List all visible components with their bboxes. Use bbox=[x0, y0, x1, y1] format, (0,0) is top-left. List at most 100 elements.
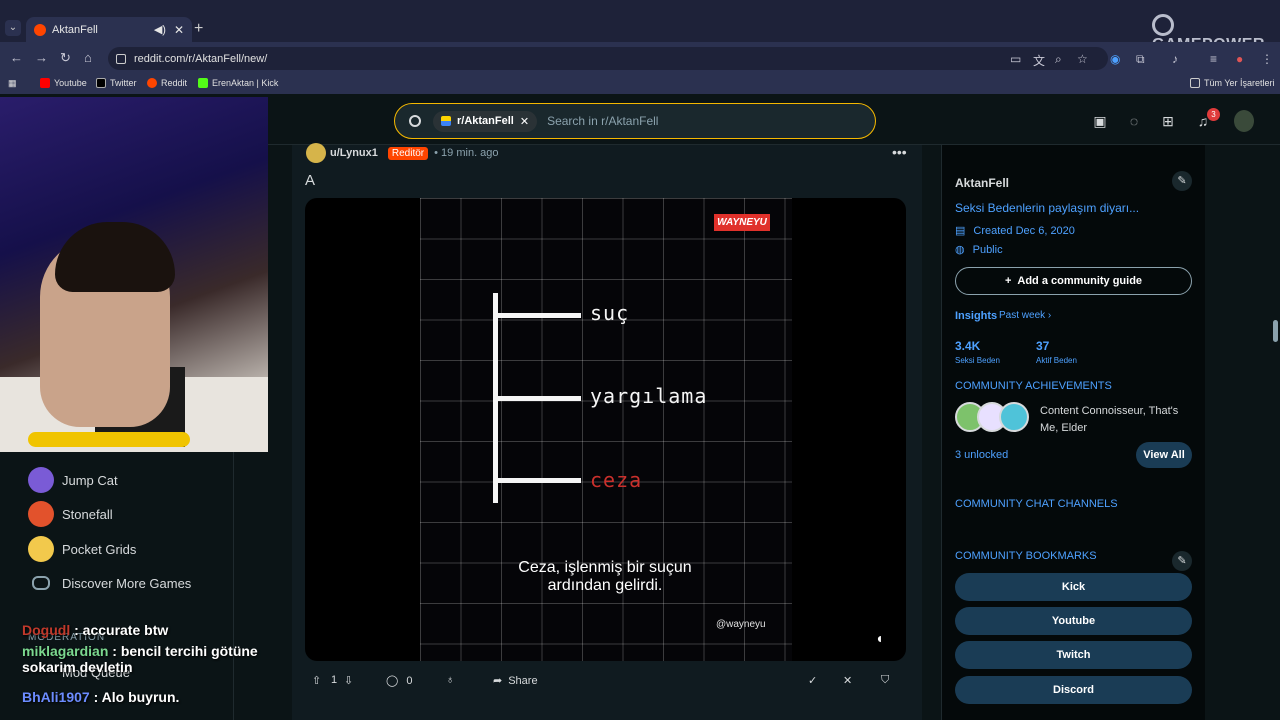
forward-icon[interactable]: → bbox=[35, 50, 48, 65]
user-avatar[interactable] bbox=[1234, 110, 1254, 132]
video-handle: @wayneyu bbox=[716, 619, 766, 630]
tab-search-button[interactable]: ⌄ bbox=[5, 20, 21, 36]
post-author[interactable]: u/Lynux1 bbox=[330, 147, 378, 159]
webcam-overlay bbox=[0, 97, 268, 452]
reddit-icon bbox=[147, 78, 157, 88]
reload-icon[interactable]: ↻ bbox=[60, 50, 71, 66]
home-icon[interactable]: ⌂ bbox=[84, 50, 92, 65]
achievements-text: Content Connoisseur, That's Me, Elder bbox=[1040, 405, 1179, 434]
approve-icon[interactable]: ✓ bbox=[808, 674, 817, 687]
remove-icon[interactable]: ✕ bbox=[843, 674, 852, 687]
user-avatar-icon[interactable] bbox=[306, 143, 326, 163]
view-all-button[interactable]: View All bbox=[1136, 442, 1192, 468]
notification-badge: 3 bbox=[1207, 108, 1220, 121]
create-post-icon[interactable]: ⊞ bbox=[1160, 113, 1176, 129]
stream-chat-overlay: Dogudl : accurate btw miklagardian : ben… bbox=[0, 618, 270, 710]
bookmark-youtube[interactable]: Youtube bbox=[40, 78, 87, 88]
subreddit-chip[interactable]: r/AktanFell ✕ bbox=[433, 110, 538, 132]
menu-icon[interactable]: ⋮ bbox=[1261, 52, 1273, 66]
community-name: AktanFell bbox=[955, 176, 1010, 190]
search-bar[interactable]: r/AktanFell ✕ Search in r/AktanFell bbox=[394, 103, 876, 139]
page-scrollbar[interactable] bbox=[1271, 145, 1280, 720]
insights-label: Insights bbox=[955, 310, 998, 322]
browser-tab[interactable]: AktanFell ◀) ✕ bbox=[26, 17, 192, 42]
zoom-icon[interactable]: ⌕ bbox=[1055, 52, 1062, 67]
chat-icon[interactable]: ◌ bbox=[1126, 113, 1142, 129]
profile-icon[interactable]: ● bbox=[1236, 52, 1243, 66]
members-count: 3.4K bbox=[955, 339, 981, 353]
insights-period-dropdown[interactable]: Past week › bbox=[999, 310, 1051, 321]
search-icon bbox=[409, 115, 421, 127]
extension-ai-icon[interactable]: ◉ bbox=[1110, 52, 1120, 66]
close-tab-icon[interactable]: ✕ bbox=[174, 23, 184, 37]
game-stonefall[interactable]: Stonefall bbox=[28, 500, 113, 528]
translate-icon[interactable]: 文 bbox=[1033, 52, 1045, 69]
bookmarks-bar: ▦ Youtube Twitter Reddit ErenAktan | Kic… bbox=[0, 74, 1280, 94]
x-icon bbox=[96, 78, 106, 88]
advertise-icon[interactable]: ▣ bbox=[1092, 113, 1108, 129]
scrollbar-thumb[interactable] bbox=[1273, 320, 1278, 342]
add-community-guide-button[interactable]: + Add a community guide bbox=[955, 267, 1192, 295]
video-subtitle: Ceza, işlenmiş bir suçun ardından gelird… bbox=[518, 559, 692, 594]
bookmark-twitter[interactable]: Twitter bbox=[96, 78, 137, 88]
remove-chip-icon[interactable]: ✕ bbox=[520, 115, 529, 128]
user-flair: Reditör bbox=[387, 146, 429, 160]
back-icon[interactable]: ← bbox=[10, 50, 23, 65]
tab-list-icon[interactable]: ≡ bbox=[1210, 52, 1217, 66]
members-label: Seksi Beden bbox=[955, 356, 1000, 365]
active-count: 37 bbox=[1036, 339, 1050, 353]
audio-icon[interactable]: ◀) bbox=[154, 23, 166, 36]
apps-icon[interactable]: ▦ bbox=[8, 78, 17, 89]
browser-tab-strip: ⌄ AktanFell ◀) ✕ + GAMEPOWER bbox=[0, 0, 1280, 53]
bookmark-discord[interactable]: Discord bbox=[955, 676, 1192, 704]
install-icon[interactable]: ▭ bbox=[1010, 52, 1021, 66]
post-actions: ⇧ 1 ⇩ ◯ 0 ♁ ➦ Share ✓ ✕ ⛉ bbox=[300, 668, 910, 696]
globe-icon: ◍ bbox=[955, 244, 965, 256]
game-pocket-grids[interactable]: Pocket Grids bbox=[28, 535, 136, 563]
diagram-branch bbox=[497, 313, 581, 318]
address-bar[interactable]: reddit.com/r/AktanFell/new/ bbox=[108, 47, 1108, 70]
post-title[interactable]: A bbox=[305, 172, 315, 189]
folder-icon bbox=[1190, 78, 1200, 88]
search-placeholder: Search in r/AktanFell bbox=[547, 114, 659, 128]
discover-more-games[interactable]: Discover More Games bbox=[28, 569, 191, 597]
new-tab-button[interactable]: + bbox=[194, 20, 203, 38]
award-icon[interactable]: ♁ bbox=[446, 674, 454, 686]
kick-icon bbox=[198, 78, 208, 88]
edit-bookmarks-icon[interactable]: ✎ bbox=[1172, 551, 1192, 571]
bookmark-kick[interactable]: ErenAktan | Kick bbox=[198, 78, 278, 88]
downvote-button[interactable]: ⇩ bbox=[344, 674, 353, 687]
video-watermark: WAYNEYU bbox=[714, 214, 770, 231]
game-jump-cat[interactable]: Jump Cat bbox=[28, 466, 118, 494]
bookmark-kick[interactable]: Kick bbox=[955, 573, 1192, 601]
star-icon[interactable]: ☆ bbox=[1077, 52, 1088, 66]
post-time: • 19 min. ago bbox=[434, 147, 499, 159]
bookmark-twitch[interactable]: Twitch bbox=[955, 641, 1192, 669]
unlocked-count: 3 unlocked bbox=[955, 449, 1009, 461]
share-button[interactable]: ➦ Share bbox=[493, 674, 538, 688]
comments-button[interactable]: ◯ 0 bbox=[386, 674, 412, 688]
pocket-grids-icon bbox=[28, 536, 54, 562]
vote-count: 1 bbox=[331, 674, 338, 686]
diagram-branch bbox=[497, 478, 581, 483]
extensions-icon[interactable]: ⧉ bbox=[1136, 52, 1145, 67]
gamepad-icon bbox=[32, 576, 50, 590]
achievements-title: COMMUNITY ACHIEVEMENTS bbox=[955, 380, 1112, 392]
bookmark-reddit[interactable]: Reddit bbox=[147, 78, 187, 88]
site-info-icon[interactable] bbox=[116, 53, 126, 64]
edit-icon[interactable]: ✎ bbox=[1172, 171, 1192, 191]
chat-message: BhAli1907 : Alo buyrun. bbox=[22, 689, 180, 705]
volume-icon[interactable]: ◖ bbox=[875, 630, 893, 648]
all-bookmarks[interactable]: Tüm Yer İşaretleri bbox=[1190, 78, 1275, 88]
chat-message: miklagardian : bencil tercihi götüne sok… bbox=[22, 643, 258, 675]
media-icon[interactable]: ♪ bbox=[1172, 52, 1178, 66]
achievement-badge-icon[interactable] bbox=[999, 402, 1029, 432]
tab-title: AktanFell bbox=[52, 23, 98, 36]
bookmark-youtube[interactable]: Youtube bbox=[955, 607, 1192, 635]
mod-shield-icon[interactable]: ⛉ bbox=[881, 674, 889, 687]
upvote-button[interactable]: ⇧ bbox=[312, 674, 321, 687]
plus-icon: + bbox=[1004, 275, 1012, 287]
community-visibility: ◍ Public bbox=[955, 244, 1003, 256]
share-icon: ➦ bbox=[493, 675, 503, 687]
more-options-icon[interactable]: ••• bbox=[892, 144, 907, 160]
